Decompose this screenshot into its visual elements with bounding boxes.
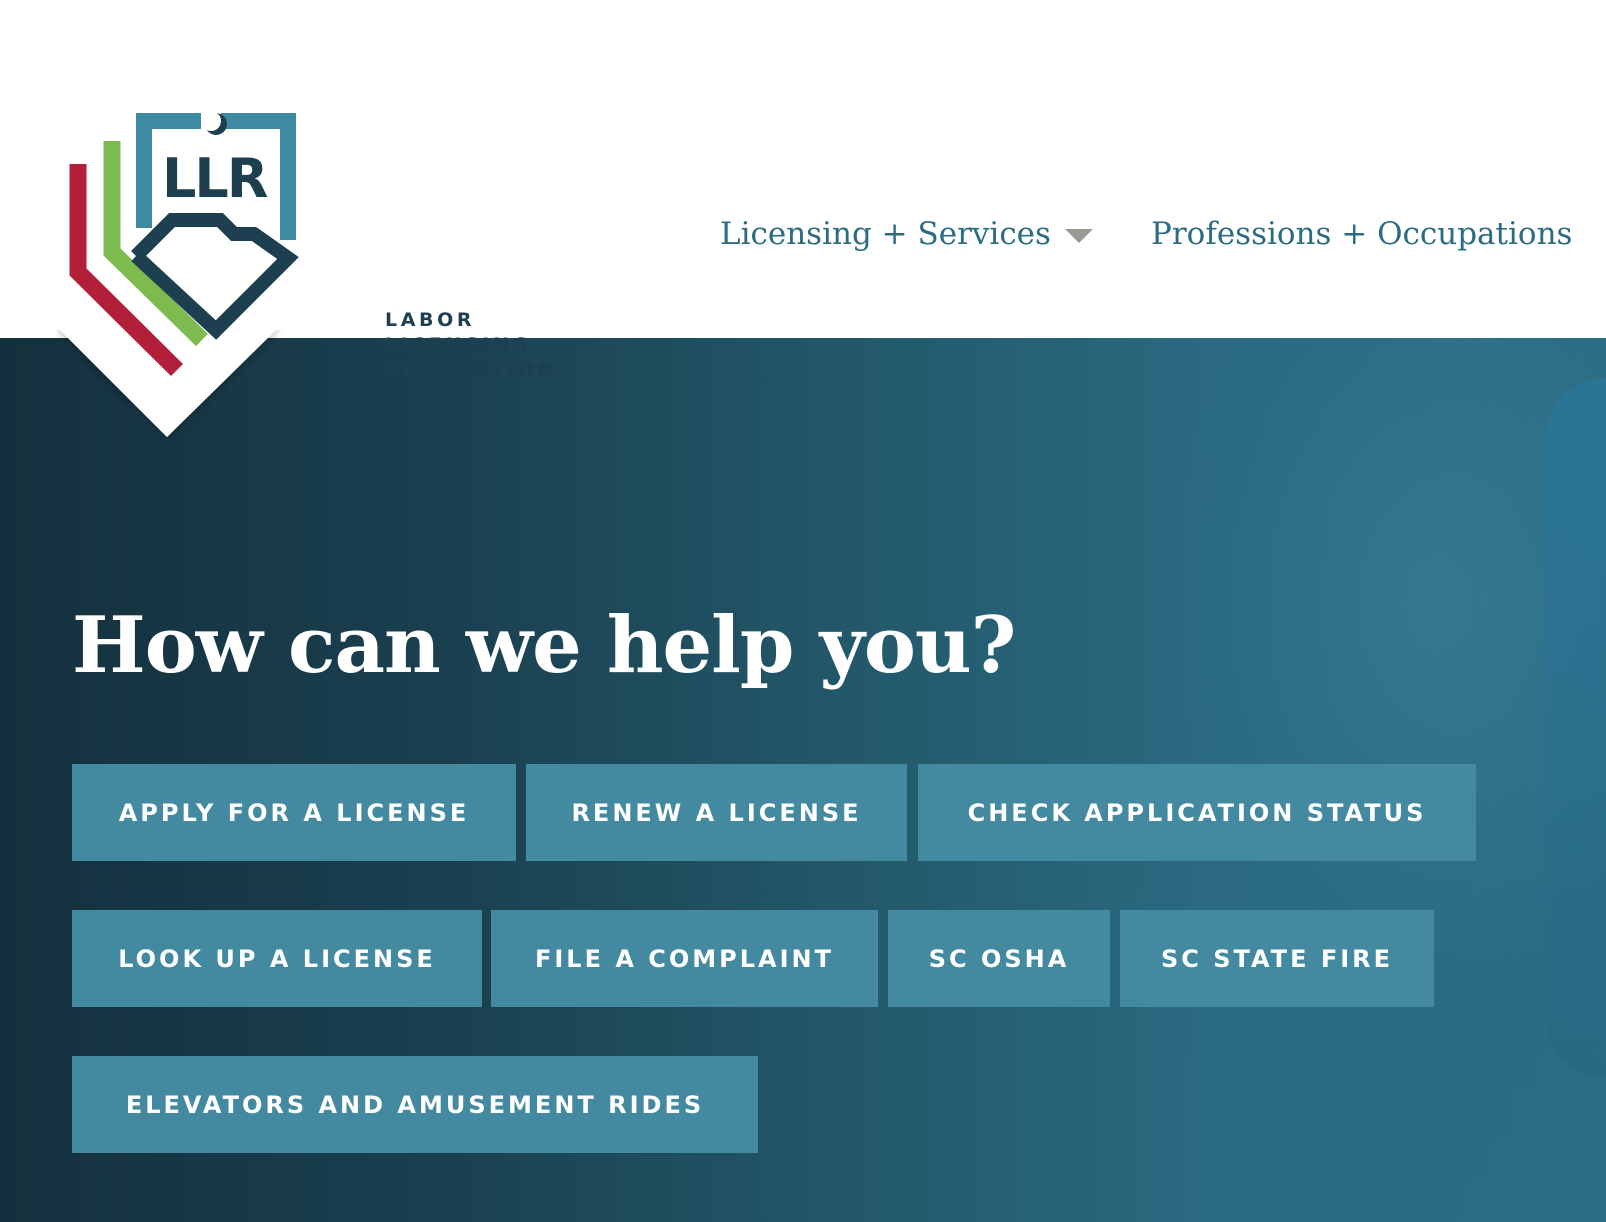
look-up-license-button[interactable]: LOOK UP A LICENSE	[72, 910, 482, 1007]
logo-mark-text: LLR	[162, 147, 268, 210]
logo-wordmark: LABOR LICENSING REGULATION	[385, 308, 557, 383]
logo-line-regulation: REGULATION	[385, 359, 558, 381]
renew-license-button[interactable]: RENEW A LICENSE	[526, 764, 907, 861]
elevators-amusement-rides-button[interactable]: ELEVATORS AND AMUSEMENT RIDES	[72, 1056, 758, 1153]
hero-background-figure	[1546, 378, 1606, 1078]
nav-professions-label: Professions + Occupations	[1151, 216, 1573, 252]
logo-line-labor: LABOR	[385, 309, 476, 331]
check-application-status-button[interactable]: CHECK APPLICATION STATUS	[918, 764, 1476, 861]
llr-shield-icon	[56, 111, 299, 437]
logo-line-licensing: LICENSING	[385, 334, 532, 356]
llr-logo[interactable]: LLR LABOR LICENSING REGULATION	[56, 111, 553, 452]
apply-license-button[interactable]: APPLY FOR A LICENSE	[72, 764, 516, 861]
sc-osha-button[interactable]: SC OSHA	[888, 910, 1110, 1007]
caret-down-icon[interactable]	[1064, 228, 1093, 243]
nav-professions-occupations[interactable]: Professions + Occupations	[1151, 216, 1572, 252]
nav-licensing-label: Licensing + Services	[720, 216, 1051, 252]
sc-state-fire-button[interactable]: SC STATE FIRE	[1120, 910, 1434, 1007]
hero-title: How can we help you?	[72, 600, 1016, 691]
file-complaint-button[interactable]: FILE A COMPLAINT	[491, 910, 878, 1007]
nav-licensing-services[interactable]: Licensing + Services	[720, 216, 1093, 252]
